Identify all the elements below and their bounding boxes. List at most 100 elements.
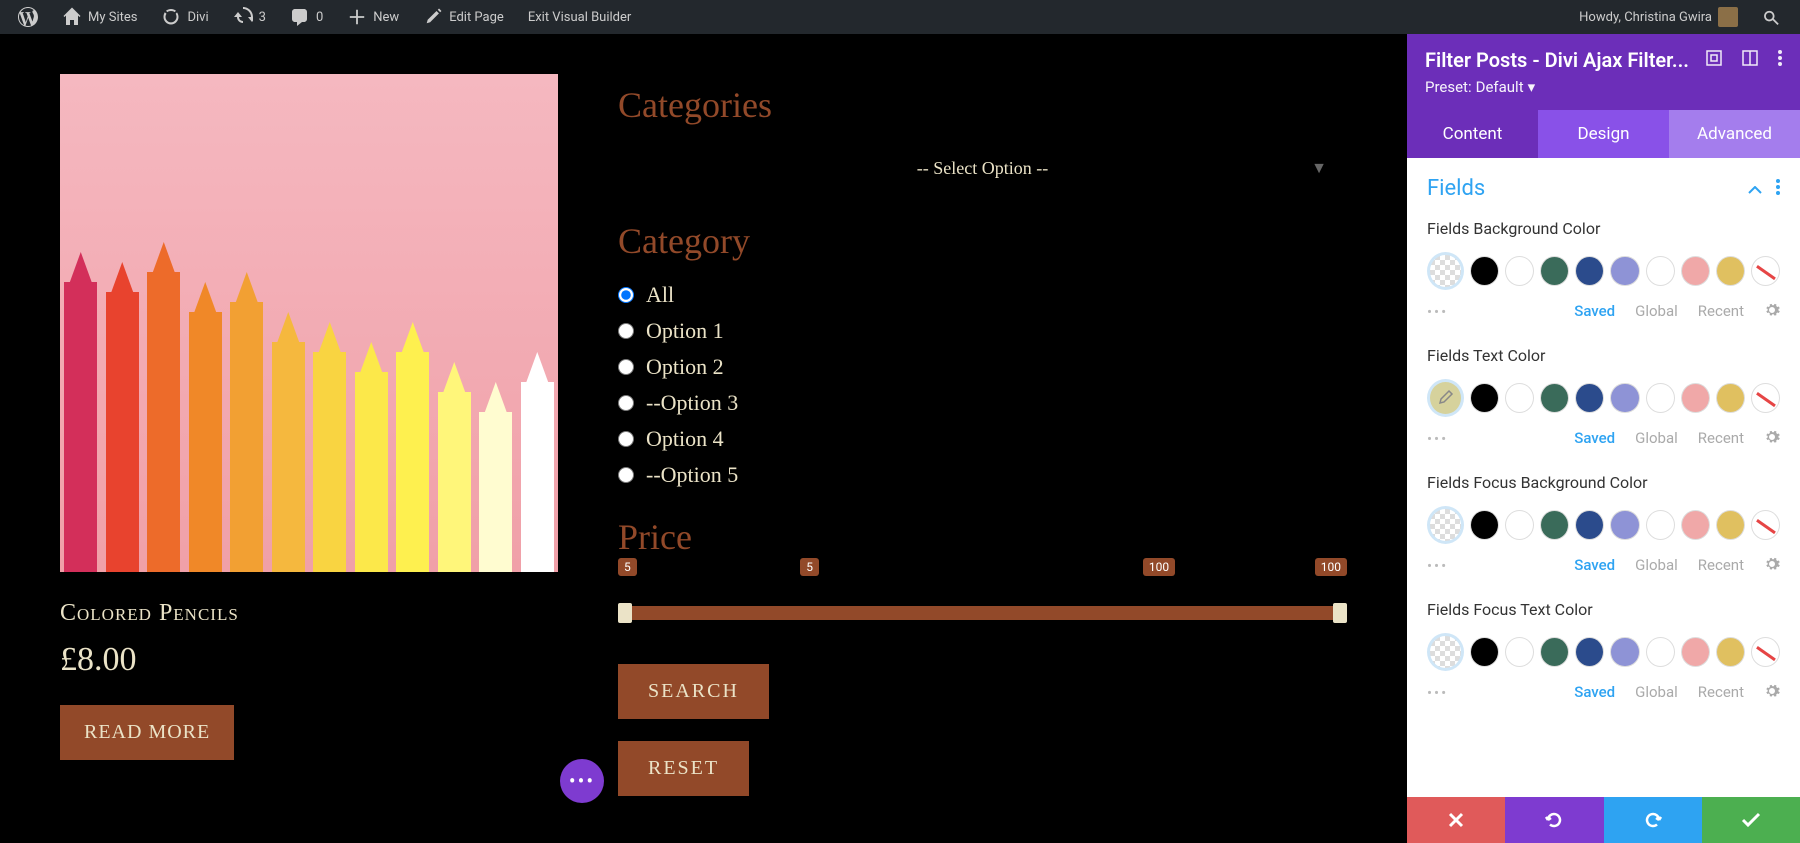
- color-swatch[interactable]: [1610, 256, 1639, 286]
- color-current[interactable]: [1427, 252, 1464, 290]
- expand-icon[interactable]: [1706, 50, 1722, 70]
- swatch-tab-recent[interactable]: Recent: [1698, 429, 1744, 449]
- product-image[interactable]: [60, 74, 558, 572]
- swatch-tab-recent[interactable]: Recent: [1698, 556, 1744, 576]
- color-swatch[interactable]: [1646, 256, 1675, 286]
- color-swatch[interactable]: [1610, 510, 1639, 540]
- section-more-icon[interactable]: [1776, 179, 1780, 199]
- redo-button[interactable]: [1604, 797, 1702, 843]
- category-radio-3[interactable]: [618, 395, 634, 411]
- color-swatch[interactable]: [1681, 637, 1710, 667]
- updates-link[interactable]: 3: [223, 0, 276, 34]
- read-more-button[interactable]: Read More: [60, 705, 234, 760]
- tab-content[interactable]: Content: [1407, 110, 1538, 158]
- swatch-tab-global[interactable]: Global: [1635, 302, 1678, 322]
- color-swatch[interactable]: [1575, 637, 1604, 667]
- undo-button[interactable]: [1505, 797, 1603, 843]
- category-label[interactable]: Option 1: [646, 318, 724, 344]
- color-swatch[interactable]: [1505, 510, 1534, 540]
- color-none[interactable]: [1751, 256, 1780, 286]
- drag-icon[interactable]: [1742, 50, 1758, 70]
- swatch-tab-global[interactable]: Global: [1635, 683, 1678, 703]
- color-none[interactable]: [1751, 383, 1780, 413]
- reset-button[interactable]: RESET: [618, 741, 749, 796]
- color-swatch[interactable]: [1575, 383, 1604, 413]
- my-sites-link[interactable]: My Sites: [52, 0, 147, 34]
- wp-logo[interactable]: [8, 0, 48, 34]
- category-label[interactable]: Option 2: [646, 354, 724, 380]
- tab-design[interactable]: Design: [1538, 110, 1669, 158]
- color-current[interactable]: [1427, 633, 1464, 671]
- more-swatches-icon[interactable]: •••: [1427, 430, 1448, 448]
- category-label[interactable]: --Option 5: [646, 462, 738, 488]
- color-swatch[interactable]: [1646, 383, 1675, 413]
- divi-fab-button[interactable]: •••: [560, 759, 604, 803]
- gear-icon[interactable]: [1764, 556, 1780, 576]
- color-swatch[interactable]: [1540, 383, 1569, 413]
- category-radio-1[interactable]: [618, 323, 634, 339]
- slider-track[interactable]: [618, 606, 1347, 620]
- color-swatch[interactable]: [1716, 637, 1745, 667]
- swatch-tab-global[interactable]: Global: [1635, 429, 1678, 449]
- color-swatch[interactable]: [1681, 383, 1710, 413]
- swatch-tab-recent[interactable]: Recent: [1698, 683, 1744, 703]
- cancel-button[interactable]: [1407, 797, 1505, 843]
- save-button[interactable]: [1702, 797, 1800, 843]
- color-swatch[interactable]: [1505, 256, 1534, 286]
- color-current[interactable]: [1427, 379, 1464, 417]
- preset-selector[interactable]: Preset: Default ▾: [1425, 78, 1782, 96]
- category-radio-5[interactable]: [618, 467, 634, 483]
- new-link[interactable]: New: [337, 0, 409, 34]
- color-swatch[interactable]: [1681, 510, 1710, 540]
- category-radio-4[interactable]: [618, 431, 634, 447]
- collapse-icon[interactable]: [1748, 179, 1762, 198]
- color-swatch[interactable]: [1470, 510, 1499, 540]
- color-swatch[interactable]: [1540, 637, 1569, 667]
- color-swatch[interactable]: [1681, 256, 1710, 286]
- color-swatch[interactable]: [1505, 383, 1534, 413]
- color-swatch[interactable]: [1610, 383, 1639, 413]
- exit-builder-link[interactable]: Exit Visual Builder: [518, 0, 641, 34]
- section-title[interactable]: Fields: [1427, 176, 1485, 201]
- color-none[interactable]: [1751, 510, 1780, 540]
- more-swatches-icon[interactable]: •••: [1427, 684, 1448, 702]
- color-swatch[interactable]: [1716, 510, 1745, 540]
- color-swatch[interactable]: [1505, 637, 1534, 667]
- color-current[interactable]: [1427, 506, 1464, 544]
- gear-icon[interactable]: [1764, 429, 1780, 449]
- swatch-tab-global[interactable]: Global: [1635, 556, 1678, 576]
- price-slider[interactable]: 5 5 100 100: [618, 588, 1347, 628]
- category-radio-2[interactable]: [618, 359, 634, 375]
- swatch-tab-recent[interactable]: Recent: [1698, 302, 1744, 322]
- edit-page-link[interactable]: Edit Page: [413, 0, 514, 34]
- swatch-tab-saved[interactable]: Saved: [1574, 302, 1615, 322]
- color-swatch[interactable]: [1575, 510, 1604, 540]
- category-label[interactable]: All: [646, 282, 674, 308]
- color-swatch[interactable]: [1646, 510, 1675, 540]
- category-label[interactable]: Option 4: [646, 426, 724, 452]
- site-name-link[interactable]: Divi: [151, 0, 218, 34]
- gear-icon[interactable]: [1764, 302, 1780, 322]
- more-swatches-icon[interactable]: •••: [1427, 557, 1448, 575]
- swatch-tab-saved[interactable]: Saved: [1574, 683, 1615, 703]
- gear-icon[interactable]: [1764, 683, 1780, 703]
- color-swatch[interactable]: [1540, 510, 1569, 540]
- color-swatch[interactable]: [1470, 256, 1499, 286]
- color-swatch[interactable]: [1716, 383, 1745, 413]
- color-swatch[interactable]: [1646, 637, 1675, 667]
- color-none[interactable]: [1751, 637, 1780, 667]
- search-button[interactable]: [1752, 0, 1792, 34]
- color-swatch[interactable]: [1610, 637, 1639, 667]
- more-swatches-icon[interactable]: •••: [1427, 303, 1448, 321]
- comments-link[interactable]: 0: [280, 0, 333, 34]
- color-swatch[interactable]: [1575, 256, 1604, 286]
- categories-select[interactable]: -- Select Option --: [618, 146, 1347, 190]
- more-icon[interactable]: [1778, 50, 1782, 70]
- category-label[interactable]: --Option 3: [646, 390, 738, 416]
- color-swatch[interactable]: [1540, 256, 1569, 286]
- category-radio-all[interactable]: [618, 287, 634, 303]
- color-swatch[interactable]: [1470, 383, 1499, 413]
- user-greeting[interactable]: Howdy, Christina Gwira: [1569, 0, 1748, 34]
- search-button[interactable]: SEARCH: [618, 664, 769, 719]
- color-swatch[interactable]: [1470, 637, 1499, 667]
